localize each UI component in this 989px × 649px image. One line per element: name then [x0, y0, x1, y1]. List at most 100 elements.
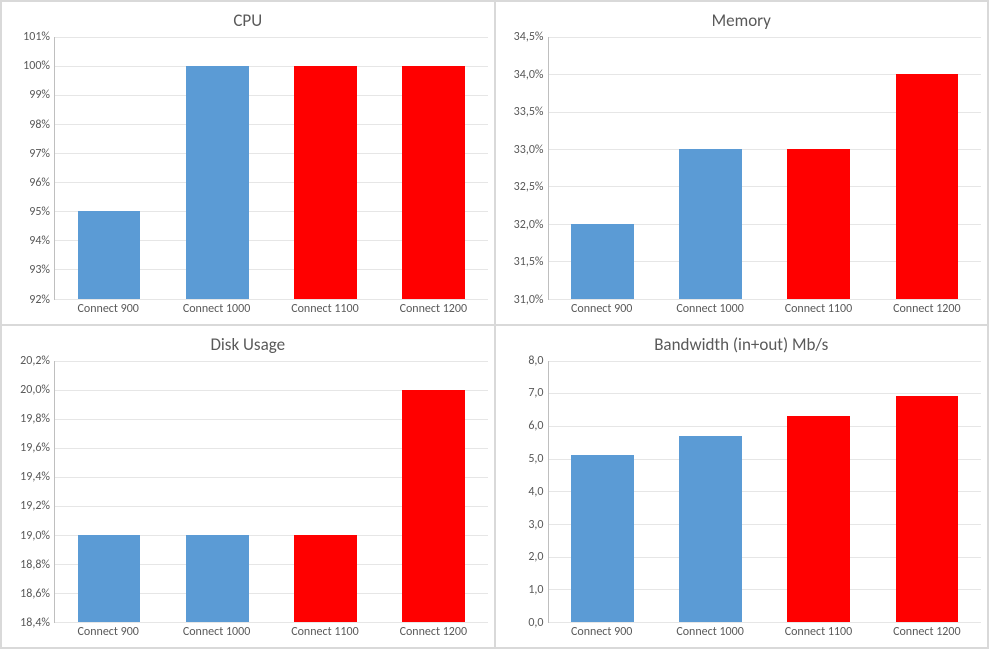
y-tick-label: 5,0: [528, 452, 543, 466]
gridline: [549, 299, 982, 300]
chart-title: Disk Usage: [8, 334, 488, 355]
y-tick-label: 33,5%: [514, 105, 544, 119]
bar-slot: [765, 361, 873, 623]
x-tick-label: Connect 1200: [873, 623, 981, 643]
bar: [787, 416, 850, 622]
y-axis: 31,0%31,5%32,0%32,5%33,0%33,5%34,0%34,5%: [502, 37, 548, 300]
y-tick-label: 19,4%: [20, 470, 50, 484]
x-tick-label: Connect 1100: [764, 300, 872, 320]
y-tick-label: 97%: [29, 147, 50, 161]
x-axis: Connect 900Connect 1000Connect 1100Conne…: [548, 300, 982, 320]
bar-slot: [163, 361, 271, 623]
y-tick-label: 93%: [29, 263, 50, 277]
x-tick-label: Connect 900: [548, 623, 656, 643]
y-tick-label: 1,0: [528, 583, 543, 597]
chart-disk: 18,4%18,6%18,8%19,0%19,2%19,4%19,6%19,8%…: [8, 361, 488, 644]
bar: [402, 390, 465, 622]
bar-slot: [657, 37, 765, 299]
x-tick-label: Connect 1000: [656, 623, 764, 643]
chart-cpu: 92%93%94%95%96%97%98%99%100%101%Connect …: [8, 37, 488, 320]
bars-container: [55, 37, 488, 299]
bar: [787, 149, 850, 298]
x-tick-label: Connect 1200: [873, 300, 981, 320]
y-tick-label: 3,0: [528, 518, 543, 532]
y-tick-label: 20,0%: [20, 383, 50, 397]
y-tick-label: 100%: [23, 59, 50, 73]
y-tick-label: 18,6%: [20, 587, 50, 601]
bar: [571, 224, 634, 299]
y-tick-label: 99%: [29, 88, 50, 102]
y-axis: 18,4%18,6%18,8%19,0%19,2%19,4%19,6%19,8%…: [8, 361, 54, 624]
y-tick-label: 34,5%: [514, 30, 544, 44]
bar-slot: [379, 361, 487, 623]
bar-slot: [549, 361, 657, 623]
y-tick-label: 4,0: [528, 485, 543, 499]
chart-title: Bandwidth (in+out) Mb/s: [502, 334, 982, 355]
x-tick-label: Connect 1100: [271, 623, 379, 643]
y-tick-label: 0,0: [528, 616, 543, 630]
bar-slot: [657, 361, 765, 623]
chart-bandwidth: 0,01,02,03,04,05,06,07,08,0Connect 900Co…: [502, 361, 982, 644]
panel-disk: Disk Usage 18,4% 18,6% 18,8% 19,0% 19,2% 19,4…: [1, 325, 495, 649]
y-tick-label: 96%: [29, 176, 50, 190]
y-tick-label: 6,0: [528, 419, 543, 433]
y-axis: 92%93%94%95%96%97%98%99%100%101%: [8, 37, 54, 300]
gridline: [549, 622, 982, 623]
plot-area: [54, 37, 488, 300]
y-tick-label: 32,5%: [514, 180, 544, 194]
bar: [896, 396, 959, 622]
bar: [78, 535, 141, 622]
x-axis: Connect 900Connect 1000Connect 1100Conne…: [54, 300, 488, 320]
x-tick-label: Connect 1100: [271, 300, 379, 320]
y-tick-label: 94%: [29, 234, 50, 248]
bar-slot: [873, 37, 981, 299]
y-tick-label: 19,8%: [20, 412, 50, 426]
bar: [294, 535, 357, 622]
y-tick-label: 19,2%: [20, 499, 50, 513]
x-axis: Connect 900Connect 1000Connect 1100Conne…: [548, 623, 982, 643]
bar-slot: [873, 361, 981, 623]
gridline: [55, 299, 488, 300]
y-tick-label: 19,0%: [20, 529, 50, 543]
chart-title: Memory: [502, 10, 982, 31]
bar: [186, 66, 249, 298]
x-tick-label: Connect 1000: [162, 300, 270, 320]
y-tick-label: 18,8%: [20, 558, 50, 572]
plot-area: [548, 37, 982, 300]
y-tick-label: 95%: [29, 205, 50, 219]
bar: [679, 436, 742, 622]
y-tick-label: 18,4%: [20, 616, 50, 630]
y-tick-label: 8,0: [528, 354, 543, 368]
bar: [896, 74, 959, 298]
bar: [402, 66, 465, 298]
bar-slot: [271, 361, 379, 623]
y-tick-label: 92%: [29, 293, 50, 307]
x-tick-label: Connect 900: [54, 300, 162, 320]
charts-grid: CPU 92%93%94%95%96%97%98%99%100%101%Conn…: [0, 0, 989, 649]
bars-container: [55, 361, 488, 623]
y-tick-label: 20,2%: [20, 354, 50, 368]
x-tick-label: Connect 1000: [162, 623, 270, 643]
y-tick-label: 2,0: [528, 550, 543, 564]
y-tick-label: 33,0%: [514, 143, 544, 157]
bar: [186, 535, 249, 622]
x-tick-label: Connect 900: [548, 300, 656, 320]
bar: [294, 66, 357, 298]
x-tick-label: Connect 900: [54, 623, 162, 643]
bar-slot: [271, 37, 379, 299]
x-tick-label: Connect 1200: [379, 623, 487, 643]
y-tick-label: 32,0%: [514, 218, 544, 232]
y-tick-label: 31,5%: [514, 255, 544, 269]
bar-slot: [765, 37, 873, 299]
x-tick-label: Connect 1000: [656, 300, 764, 320]
plot-area: [54, 361, 488, 624]
bar: [78, 211, 141, 298]
chart-memory: 31,0%31,5%32,0%32,5%33,0%33,5%34,0%34,5%…: [502, 37, 982, 320]
y-axis: 0,01,02,03,04,05,06,07,08,0: [502, 361, 548, 624]
bars-container: [549, 361, 982, 623]
panel-memory: Memory 31,0%31,5%32,0%32,5%33,0%33,5%34,…: [495, 1, 989, 325]
bar: [679, 149, 742, 298]
x-axis: Connect 900Connect 1000Connect 1100Conne…: [54, 623, 488, 643]
plot-area: [548, 361, 982, 624]
bar-slot: [549, 37, 657, 299]
